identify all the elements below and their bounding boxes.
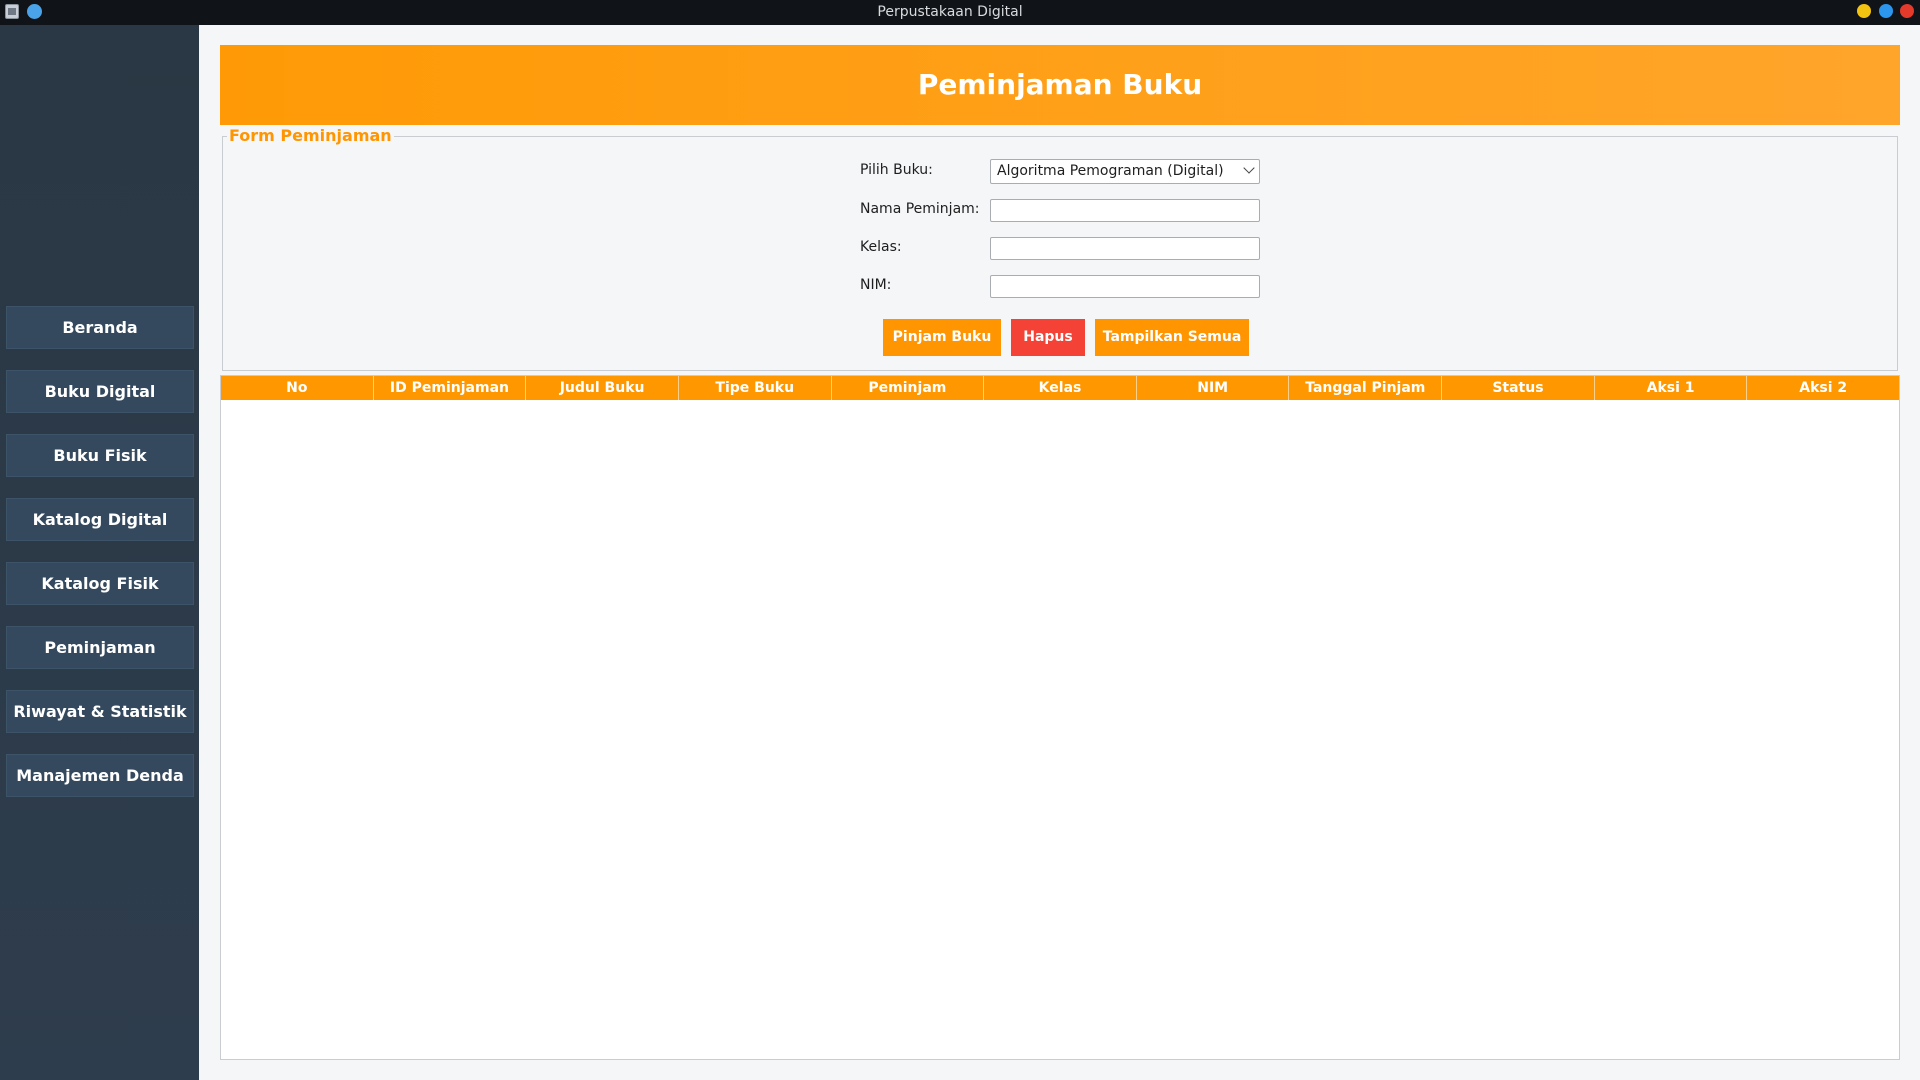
window-title: Perpustakaan Digital bbox=[877, 4, 1023, 20]
sidebar-item-buku-digital[interactable]: Buku Digital bbox=[6, 370, 194, 413]
sidebar-item-manajemen-denda[interactable]: Manajemen Denda bbox=[6, 754, 194, 797]
column-header-aksi-1[interactable]: Aksi 1 bbox=[1595, 376, 1748, 400]
chevron-down-icon[interactable] bbox=[1243, 162, 1255, 174]
maximize-icon[interactable] bbox=[1879, 4, 1893, 18]
column-header-peminjam[interactable]: Peminjam bbox=[832, 376, 985, 400]
sidebar-item-riwayat-statistik[interactable]: Riwayat & Statistik bbox=[6, 690, 194, 733]
sidebar: Beranda Buku Digital Buku Fisik Katalog … bbox=[0, 25, 199, 1080]
main-content: Peminjaman Buku Form Peminjaman Pilih Bu… bbox=[199, 25, 1920, 1080]
column-header-no[interactable]: No bbox=[221, 376, 374, 400]
sidebar-item-beranda[interactable]: Beranda bbox=[6, 306, 194, 349]
sidebar-item-katalog-digital[interactable]: Katalog Digital bbox=[6, 498, 194, 541]
column-header-tanggal-pinjam[interactable]: Tanggal Pinjam bbox=[1289, 376, 1443, 400]
minimize-icon[interactable] bbox=[1857, 4, 1871, 18]
nim-field[interactable] bbox=[990, 275, 1260, 298]
book-select-label: Pilih Buku: bbox=[860, 162, 933, 178]
show-all-button[interactable]: Tampilkan Semua bbox=[1095, 319, 1249, 356]
column-header-aksi-2[interactable]: Aksi 2 bbox=[1747, 376, 1899, 400]
nim-label: NIM: bbox=[860, 277, 892, 293]
column-header-tipe-buku[interactable]: Tipe Buku bbox=[679, 376, 832, 400]
borrower-name-label: Nama Peminjam: bbox=[860, 201, 980, 217]
book-select[interactable]: Algoritma Pemograman (Digital) bbox=[990, 159, 1260, 184]
title-bar: Perpustakaan Digital bbox=[0, 0, 1920, 25]
page-title: Peminjaman Buku bbox=[220, 45, 1900, 125]
form-legend: Form Peminjaman bbox=[227, 126, 394, 145]
column-header-status[interactable]: Status bbox=[1442, 376, 1595, 400]
sidebar-item-katalog-fisik[interactable]: Katalog Fisik bbox=[6, 562, 194, 605]
loan-form: Form Peminjaman Pilih Buku: Algoritma Pe… bbox=[222, 127, 1898, 371]
delete-button[interactable]: Hapus bbox=[1011, 319, 1085, 356]
borrow-book-button[interactable]: Pinjam Buku bbox=[883, 319, 1001, 356]
class-label: Kelas: bbox=[860, 239, 902, 255]
borrower-name-field[interactable] bbox=[990, 199, 1260, 222]
table-header: No ID Peminjaman Judul Buku Tipe Buku Pe… bbox=[221, 376, 1899, 400]
close-icon[interactable] bbox=[1900, 4, 1914, 18]
column-header-id-peminjaman[interactable]: ID Peminjaman bbox=[374, 376, 527, 400]
sidebar-item-buku-fisik[interactable]: Buku Fisik bbox=[6, 434, 194, 477]
book-select-value: Algoritma Pemograman (Digital) bbox=[997, 163, 1224, 179]
column-header-nim[interactable]: NIM bbox=[1137, 376, 1290, 400]
column-header-kelas[interactable]: Kelas bbox=[984, 376, 1137, 400]
column-header-judul-buku[interactable]: Judul Buku bbox=[526, 376, 679, 400]
class-field[interactable] bbox=[990, 237, 1260, 260]
loans-table: No ID Peminjaman Judul Buku Tipe Buku Pe… bbox=[220, 375, 1900, 1060]
sidebar-item-peminjaman[interactable]: Peminjaman bbox=[6, 626, 194, 669]
